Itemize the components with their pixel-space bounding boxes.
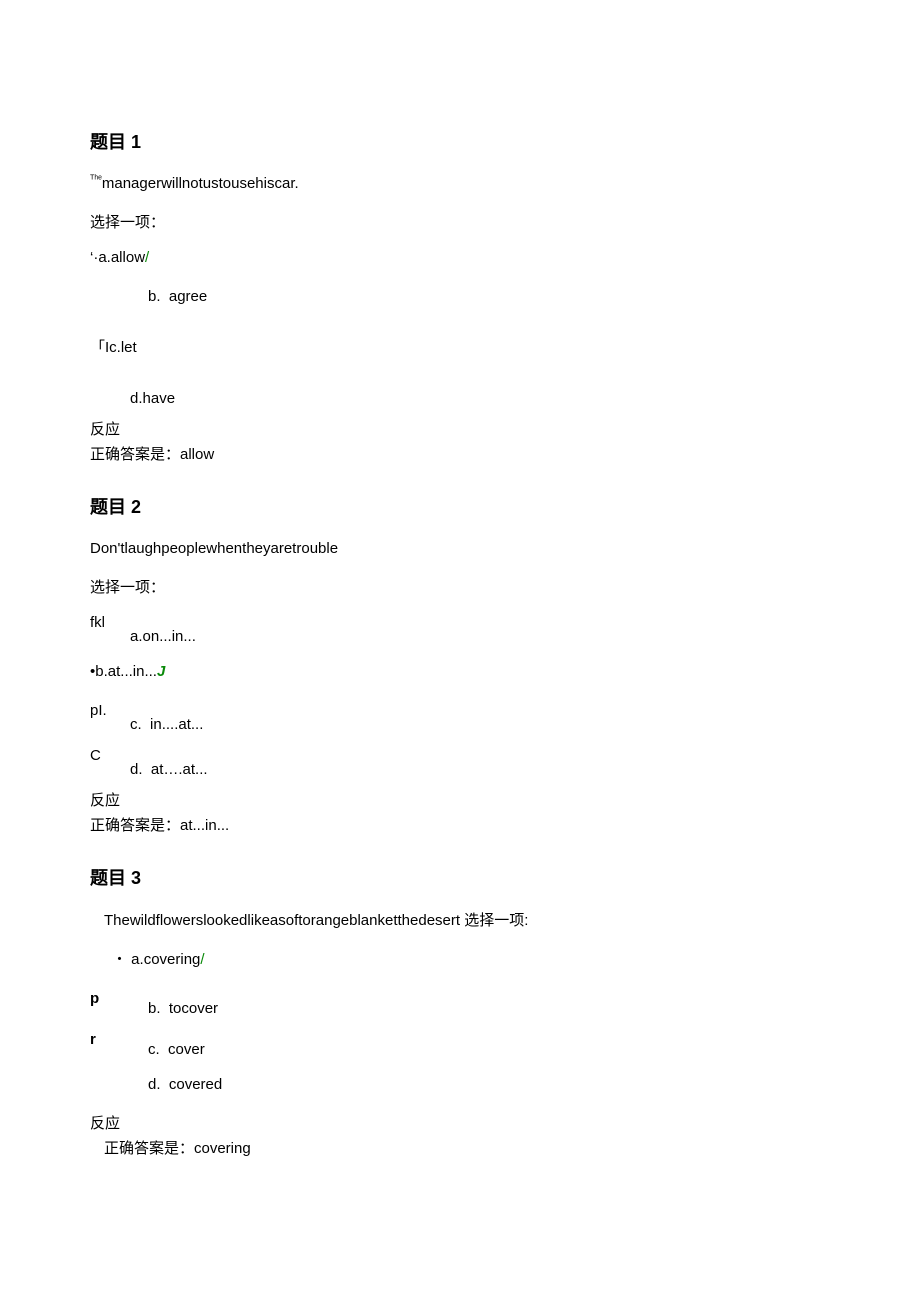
option-d-side: C [90,745,130,766]
question-2-option-a: fkl a.on...in... [90,612,830,647]
option-c-text: cover [168,1041,205,1058]
option-d-text: covered [169,1076,222,1093]
question-2-option-c: pI. c. in....at... [90,700,830,735]
feedback-title: 反应 [90,790,830,811]
option-d-text: have [143,390,176,407]
option-c-text: in....at... [150,716,203,733]
feedback-text: 正确答案是：allow [90,444,830,465]
option-b-side: p [90,988,130,1009]
option-a-text: covering [144,951,201,968]
page: 题目 1 ᵀʰᵉmanagerwillnotustousehiscar. 选择一… [0,0,920,1301]
question-1-option-c: 「Ic.let [90,337,830,358]
question-1-option-b: b. agree [90,286,830,307]
question-1-option-d: d.have [90,388,830,409]
option-a-text: allow [111,249,145,266]
feedback-text: 正确答案是：at...in... [90,815,830,836]
option-a-prefix: ‘·a. [90,249,111,266]
option-c-side: r [90,1029,130,1050]
option-b-text: at...in... [108,663,157,680]
question-3-title: 题目 3 [90,866,830,891]
option-d-marker: d. [130,390,143,407]
question-1-text-body: managerwillnotustousehiscar. [102,175,299,192]
feedback-title: 反应 [90,1113,830,1134]
question-3-option-a: ・ a.covering/ [90,949,830,970]
feedback-text: 正确答案是：covering [90,1138,830,1159]
question-2-select-prompt: 选择一项： [90,577,830,598]
question-3-option-d: d. covered [90,1074,830,1095]
option-b-marker: b. [148,1000,161,1017]
option-c-marker: c. [148,1041,160,1058]
option-d-marker: d. [148,1076,161,1093]
option-b-text: agree [169,288,207,305]
feedback-title: 反应 [90,419,830,440]
option-a-marker: a. [130,628,143,645]
option-c-marker: c. [130,716,142,733]
question-3-option-c: r c. cover [90,1029,830,1060]
question-2-title: 题目 2 [90,495,830,520]
question-3-option-b: p b. tocover [90,988,830,1019]
option-b-text: tocover [169,1000,218,1017]
question-1-text: ᵀʰᵉmanagerwillnotustousehiscar. [90,173,830,194]
question-1-option-a: ‘·a.allow/ [90,247,830,268]
check-icon: J [157,663,165,680]
option-a-side: fkl [90,612,130,633]
check-icon: / [145,249,149,266]
question-2-feedback: 反应 正确答案是：at...in... [90,790,830,836]
option-a-text: on...in... [143,628,196,645]
option-c-prefix: 「I [90,339,109,356]
option-a-prefix: ・ a. [112,951,144,968]
question-2-option-b: •b.at...in...J [90,661,830,682]
question-2-text: Don'tlaughpeoplewhentheyaretrouble [90,538,830,559]
check-icon: / [200,951,204,968]
question-1-text-sup: ᵀʰᵉ [90,174,102,185]
question-3-text: Thewildflowerslookedlikeasoftorangeblank… [90,910,830,931]
option-c-text: let [121,339,137,356]
question-1-select-prompt: 选择一项： [90,212,830,233]
option-d-text: at….at... [151,761,208,778]
question-3-feedback: 反应 正确答案是：covering [90,1113,830,1159]
question-1-title: 题目 1 [90,130,830,155]
option-d-marker: d. [130,761,143,778]
question-1-feedback: 反应 正确答案是：allow [90,419,830,465]
option-b-prefix: •b. [90,663,108,680]
option-c-marker: c. [109,339,121,356]
question-2-option-d: C d. at….at... [90,745,830,780]
option-b-marker: b. [148,288,161,305]
option-c-side: pI. [90,700,130,721]
